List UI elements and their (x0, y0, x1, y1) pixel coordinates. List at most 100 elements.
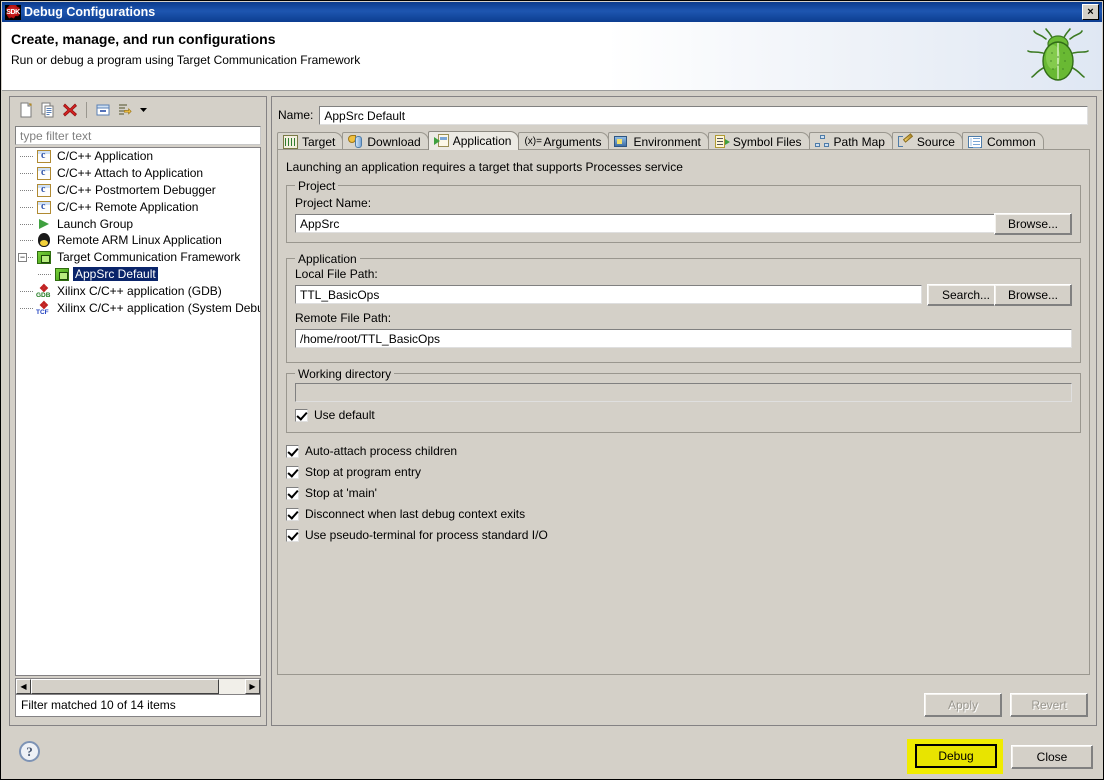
debug-button[interactable]: Debug (915, 744, 997, 768)
tab-target[interactable]: Target (277, 132, 344, 150)
target-board-icon (283, 134, 298, 149)
application-group-legend: Application (295, 252, 360, 266)
apply-button[interactable]: Apply (924, 693, 1002, 717)
project-group-legend: Project (295, 179, 339, 193)
tree-item-cpp-remote[interactable]: C/C++ Remote Application (16, 198, 260, 215)
close-icon[interactable]: × (1082, 4, 1099, 20)
new-document-icon[interactable] (15, 100, 37, 120)
window-titlebar: SDK Debug Configurations × (2, 2, 1102, 22)
use-pseudo-terminal-checkbox[interactable] (286, 528, 299, 542)
tree-item-appsrc-default[interactable]: AppSrc Default (16, 266, 260, 283)
tree-connector (18, 199, 36, 215)
name-input[interactable]: AppSrc Default (319, 105, 1088, 125)
window-title: Debug Configurations (24, 5, 156, 19)
tree-item-label: C/C++ Attach to Application (57, 166, 204, 181)
debug-button-highlight: Debug (907, 739, 1003, 774)
tree-item-label: AppSrc Default (73, 266, 158, 281)
auto-attach-children-checkbox[interactable] (286, 444, 299, 458)
tree-toolbar (11, 98, 265, 122)
help-icon[interactable]: ? (19, 741, 40, 762)
stop-at-program-entry-checkbox[interactable] (286, 465, 299, 479)
remote-file-path-input[interactable]: /home/root/TTL_BasicOps (295, 329, 1072, 348)
tree-connector (18, 283, 36, 299)
tree-connector (18, 300, 36, 316)
name-label: Name: (278, 108, 314, 122)
collapse-toggle-icon[interactable]: − (18, 253, 27, 263)
tree-item-cpp-postmortem[interactable]: C/C++ Postmortem Debugger (16, 182, 260, 199)
scrollbar-thumb[interactable] (31, 679, 220, 694)
debug-configurations-dialog: SDK Debug Configurations × Create, manag… (0, 0, 1104, 780)
revert-button[interactable]: Revert (1010, 693, 1088, 717)
use-default-checkbox[interactable] (295, 408, 308, 422)
tree-item-label: C/C++ Remote Application (57, 199, 199, 214)
stop-at-main-row[interactable]: Stop at 'main' (286, 486, 377, 500)
scroll-right-icon[interactable]: ▶ (245, 679, 260, 694)
tree-item-xilinx-gdb[interactable]: ❖ GDB Xilinx C/C++ application (GDB) (16, 282, 260, 299)
tab-source[interactable]: Source (891, 132, 963, 150)
tree-item-launch-group[interactable]: Launch Group (16, 215, 260, 232)
tree-item-xilinx-system-debugger[interactable]: ❖ TCF Xilinx C/C++ application (System De… (16, 299, 260, 316)
disconnect-on-last-context-checkbox[interactable] (286, 507, 299, 521)
collapse-all-icon[interactable] (92, 100, 114, 120)
tab-label: Arguments (543, 134, 602, 149)
application-group: Application Local File Path: TTL_BasicOp… (286, 252, 1081, 363)
filter-icon[interactable] (114, 100, 136, 120)
local-file-path-label: Local File Path: (295, 267, 378, 281)
environment-icon (614, 135, 629, 149)
launch-config-tree[interactable]: C/C++ Application C/C++ Attach to Applic… (15, 147, 261, 676)
c-file-icon (36, 182, 52, 198)
local-browse-button[interactable]: Browse... (994, 284, 1072, 306)
configuration-editor-panel: Name: AppSrc Default Target Download App… (271, 96, 1097, 726)
application-icon (433, 134, 449, 148)
apply-revert-row: Apply Revert (924, 693, 1088, 717)
application-tab-pane: Launching an application requires a targ… (277, 149, 1090, 675)
stop-at-program-entry-row[interactable]: Stop at program entry (286, 465, 421, 479)
auto-attach-children-row[interactable]: Auto-attach process children (286, 444, 457, 458)
page-subtitle: Run or debug a program using Target Comm… (11, 53, 361, 67)
tree-item-cpp-attach[interactable]: C/C++ Attach to Application (16, 165, 260, 182)
stop-at-main-checkbox[interactable] (286, 486, 299, 500)
chevron-down-icon[interactable] (136, 100, 150, 120)
filter-input[interactable]: type filter text (15, 126, 261, 145)
xilinx-gdb-icon: ❖ GDB (36, 282, 51, 299)
tree-item-remote-arm-linux[interactable]: Remote ARM Linux Application (16, 232, 260, 249)
dialog-banner: Create, manage, and run configurations R… (2, 22, 1102, 91)
project-browse-button[interactable]: Browse... (994, 213, 1072, 235)
c-file-icon (36, 199, 52, 215)
xilinx-tcf-icon: ❖ TCF (36, 299, 49, 316)
tree-item-cpp-application[interactable]: C/C++ Application (16, 148, 260, 165)
tab-environment[interactable]: Environment (608, 132, 709, 150)
tab-label: Target (302, 134, 336, 149)
tree-item-target-communication-framework[interactable]: − Target Communication Framework (16, 249, 260, 266)
arguments-icon: (x)= (524, 135, 542, 147)
c-file-icon (36, 148, 52, 164)
project-name-input[interactable]: AppSrc (295, 214, 1004, 233)
tab-common[interactable]: Common (961, 132, 1044, 150)
tree-expander[interactable]: − (18, 249, 36, 265)
use-default-checkbox-row[interactable]: Use default (295, 408, 375, 422)
tree-horizontal-scrollbar[interactable]: ◀ ▶ (15, 678, 261, 695)
use-pseudo-terminal-row[interactable]: Use pseudo-terminal for process standard… (286, 528, 548, 542)
working-directory-group: Working directory Use default (286, 367, 1081, 433)
disconnect-on-last-context-label: Disconnect when last debug context exits (305, 507, 526, 521)
tab-symbol-files[interactable]: Symbol Files (707, 132, 810, 150)
tab-label: Source (916, 134, 955, 149)
page-title: Create, manage, and run configurations (11, 31, 276, 47)
remote-file-path-label: Remote File Path: (295, 311, 392, 325)
tab-arguments[interactable]: (x)= Arguments (518, 132, 610, 150)
local-file-path-input[interactable]: TTL_BasicOps (295, 285, 922, 304)
working-directory-input[interactable] (295, 383, 1072, 402)
tab-download[interactable]: Download (342, 132, 429, 150)
tab-path-map[interactable]: Path Map (808, 132, 893, 150)
tcf-icon (54, 266, 70, 282)
scroll-left-icon[interactable]: ◀ (16, 679, 31, 694)
scrollbar-track[interactable] (31, 679, 245, 694)
symbol-files-icon (714, 134, 730, 149)
c-file-icon (36, 165, 52, 181)
red-x-icon[interactable] (59, 100, 81, 120)
tab-application[interactable]: Application (427, 131, 520, 150)
auto-attach-children-label: Auto-attach process children (305, 444, 458, 458)
copy-icon[interactable] (37, 100, 59, 120)
disconnect-on-last-context-row[interactable]: Disconnect when last debug context exits (286, 507, 525, 521)
close-button[interactable]: Close (1011, 744, 1093, 769)
